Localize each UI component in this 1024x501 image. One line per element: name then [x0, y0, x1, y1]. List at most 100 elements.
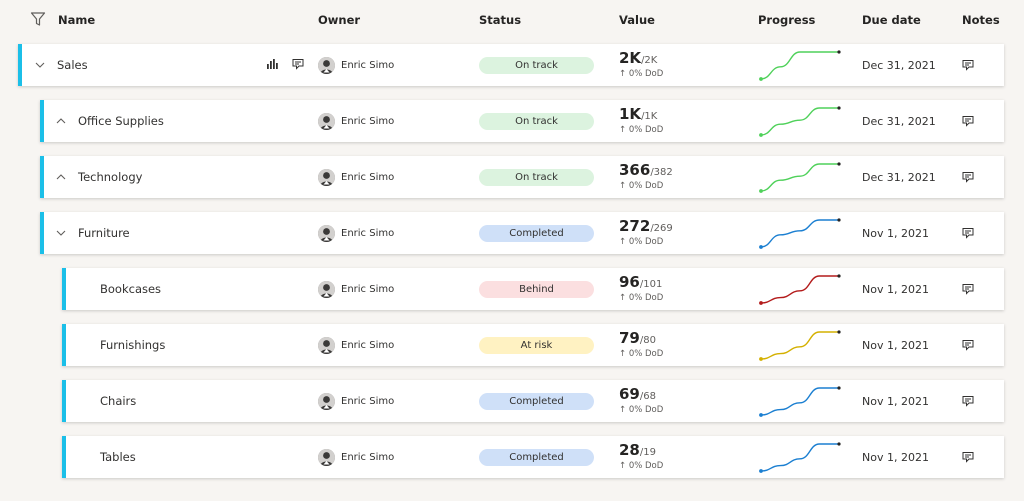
target-value: /1K — [641, 111, 658, 122]
note-icon[interactable] — [962, 227, 974, 239]
row-name: Furniture — [78, 226, 130, 240]
status-cell: At risk — [479, 324, 594, 366]
sparkline-line — [760, 387, 839, 416]
sparkline-line — [760, 163, 839, 192]
progress-sparkline[interactable] — [758, 217, 842, 249]
header-name[interactable]: Name — [58, 13, 95, 27]
notes-cell — [962, 212, 974, 254]
note-icon[interactable] — [962, 115, 974, 127]
row-name: Office Supplies — [78, 114, 164, 128]
status-badge[interactable]: At risk — [479, 336, 594, 354]
header-value[interactable]: Value — [619, 13, 655, 27]
header-due-date[interactable]: Due date — [862, 13, 921, 27]
status-badge[interactable]: Completed — [479, 224, 594, 242]
status-badge[interactable]: On track — [479, 56, 594, 74]
day-over-day-change: ↑ 0% DoD — [619, 69, 664, 79]
progress-sparkline[interactable] — [758, 329, 842, 361]
chevron-down-icon[interactable] — [55, 227, 67, 239]
owner-cell: Enric Simo — [318, 44, 394, 86]
table-row[interactable]: Furniture Enric Simo Completed 272/269 ↑ 0% … — [40, 212, 1004, 254]
progress-sparkline[interactable] — [758, 161, 842, 193]
owner-cell: Enric Simo — [318, 100, 394, 142]
sparkline-end-point — [837, 162, 841, 166]
status-badge[interactable]: Completed — [479, 392, 594, 410]
status-badge[interactable]: Completed — [479, 448, 594, 466]
note-icon[interactable] — [962, 283, 974, 295]
notes-cell — [962, 324, 974, 366]
day-over-day-change: ↑ 0% DoD — [619, 125, 664, 135]
name-cell: Technology — [78, 156, 142, 198]
header-notes[interactable]: Notes — [962, 13, 1000, 27]
row-name: Chairs — [100, 394, 137, 408]
header-owner[interactable]: Owner — [318, 13, 360, 27]
progress-sparkline[interactable] — [758, 441, 842, 473]
row-name: Technology — [78, 170, 143, 184]
avatar[interactable] — [318, 280, 335, 298]
avatar[interactable] — [318, 336, 335, 354]
note-icon[interactable] — [962, 451, 974, 463]
note-icon[interactable] — [962, 339, 974, 351]
status-badge[interactable]: On track — [479, 168, 594, 186]
owner-name: Enric Simo — [341, 115, 395, 127]
sparkline-end-point — [837, 274, 841, 278]
sparkline-start-point — [759, 245, 763, 249]
table-row[interactable]: Chairs Enric Simo Completed 69/68 ↑ 0% DoD No… — [62, 380, 1004, 422]
day-over-day-change: ↑ 0% DoD — [619, 461, 664, 471]
row-name: Sales — [57, 58, 88, 72]
avatar[interactable] — [318, 392, 335, 410]
sparkline-line — [760, 331, 839, 360]
add-note-icon[interactable] — [292, 58, 304, 70]
sparkline-end-point — [837, 106, 841, 110]
avatar[interactable] — [318, 168, 335, 186]
due-date: Nov 1, 2021 — [862, 450, 929, 464]
name-cell: Sales — [57, 44, 88, 86]
note-icon[interactable] — [962, 171, 974, 183]
table-row[interactable]: Sales Enric Simo On track 2K/2K ↑ 0% DoD Dec … — [18, 44, 1004, 86]
chevron-up-icon[interactable] — [55, 115, 67, 127]
progress-sparkline[interactable] — [758, 105, 842, 137]
header-progress[interactable]: Progress — [758, 13, 815, 27]
current-value: 69 — [619, 385, 640, 403]
row-accent — [62, 380, 66, 422]
status-badge[interactable]: Behind — [479, 280, 594, 298]
avatar[interactable] — [318, 56, 335, 74]
filter-icon[interactable] — [30, 11, 46, 27]
chevron-down-icon[interactable] — [34, 59, 46, 71]
row-accent — [62, 324, 66, 366]
sparkline-start-point — [759, 357, 763, 361]
header-status[interactable]: Status — [479, 13, 521, 27]
sparkline-end-point — [837, 218, 841, 222]
name-cell: Chairs — [100, 380, 136, 422]
note-icon[interactable] — [962, 59, 974, 71]
due-date: Nov 1, 2021 — [862, 226, 929, 240]
sparkline-end-point — [837, 330, 841, 334]
table-row[interactable]: Technology Enric Simo On track 366/382 ↑ 0% … — [40, 156, 1004, 198]
target-value: /101 — [639, 279, 663, 290]
progress-cell — [758, 380, 842, 422]
avatar[interactable] — [318, 224, 335, 242]
name-cell: Bookcases — [100, 268, 161, 310]
row-accent — [18, 44, 22, 86]
progress-sparkline[interactable] — [758, 273, 842, 305]
status-badge[interactable]: On track — [479, 112, 594, 130]
table-row[interactable]: Furnishings Enric Simo At risk 79/80 ↑ 0% Do… — [62, 324, 1004, 366]
value-cell: 1K/1K ↑ 0% DoD — [619, 100, 663, 142]
progress-sparkline[interactable] — [758, 49, 842, 81]
table-row[interactable]: Office Supplies Enric Simo On track 1K/1K ↑ … — [40, 100, 1004, 142]
progress-cell — [758, 436, 842, 478]
owner-cell: Enric Simo — [318, 268, 394, 310]
table-row[interactable]: Bookcases Enric Simo Behind 96/101 ↑ 0% DoD N… — [62, 268, 1004, 310]
note-icon[interactable] — [962, 395, 974, 407]
bar-chart-icon[interactable] — [266, 58, 278, 70]
progress-sparkline[interactable] — [758, 385, 842, 417]
progress-cell — [758, 324, 842, 366]
table-header: Name Owner Status Value Progress Due dat… — [0, 0, 1024, 40]
avatar[interactable] — [318, 448, 335, 466]
chevron-up-icon[interactable] — [55, 171, 67, 183]
sparkline-line — [760, 107, 839, 136]
table-row[interactable]: Tables Enric Simo Completed 28/19 ↑ 0% DoD No… — [62, 436, 1004, 478]
avatar[interactable] — [318, 112, 335, 130]
target-value: /269 — [650, 223, 673, 234]
day-over-day-change: ↑ 0% DoD — [619, 181, 664, 191]
due-date: Dec 31, 2021 — [862, 170, 936, 184]
